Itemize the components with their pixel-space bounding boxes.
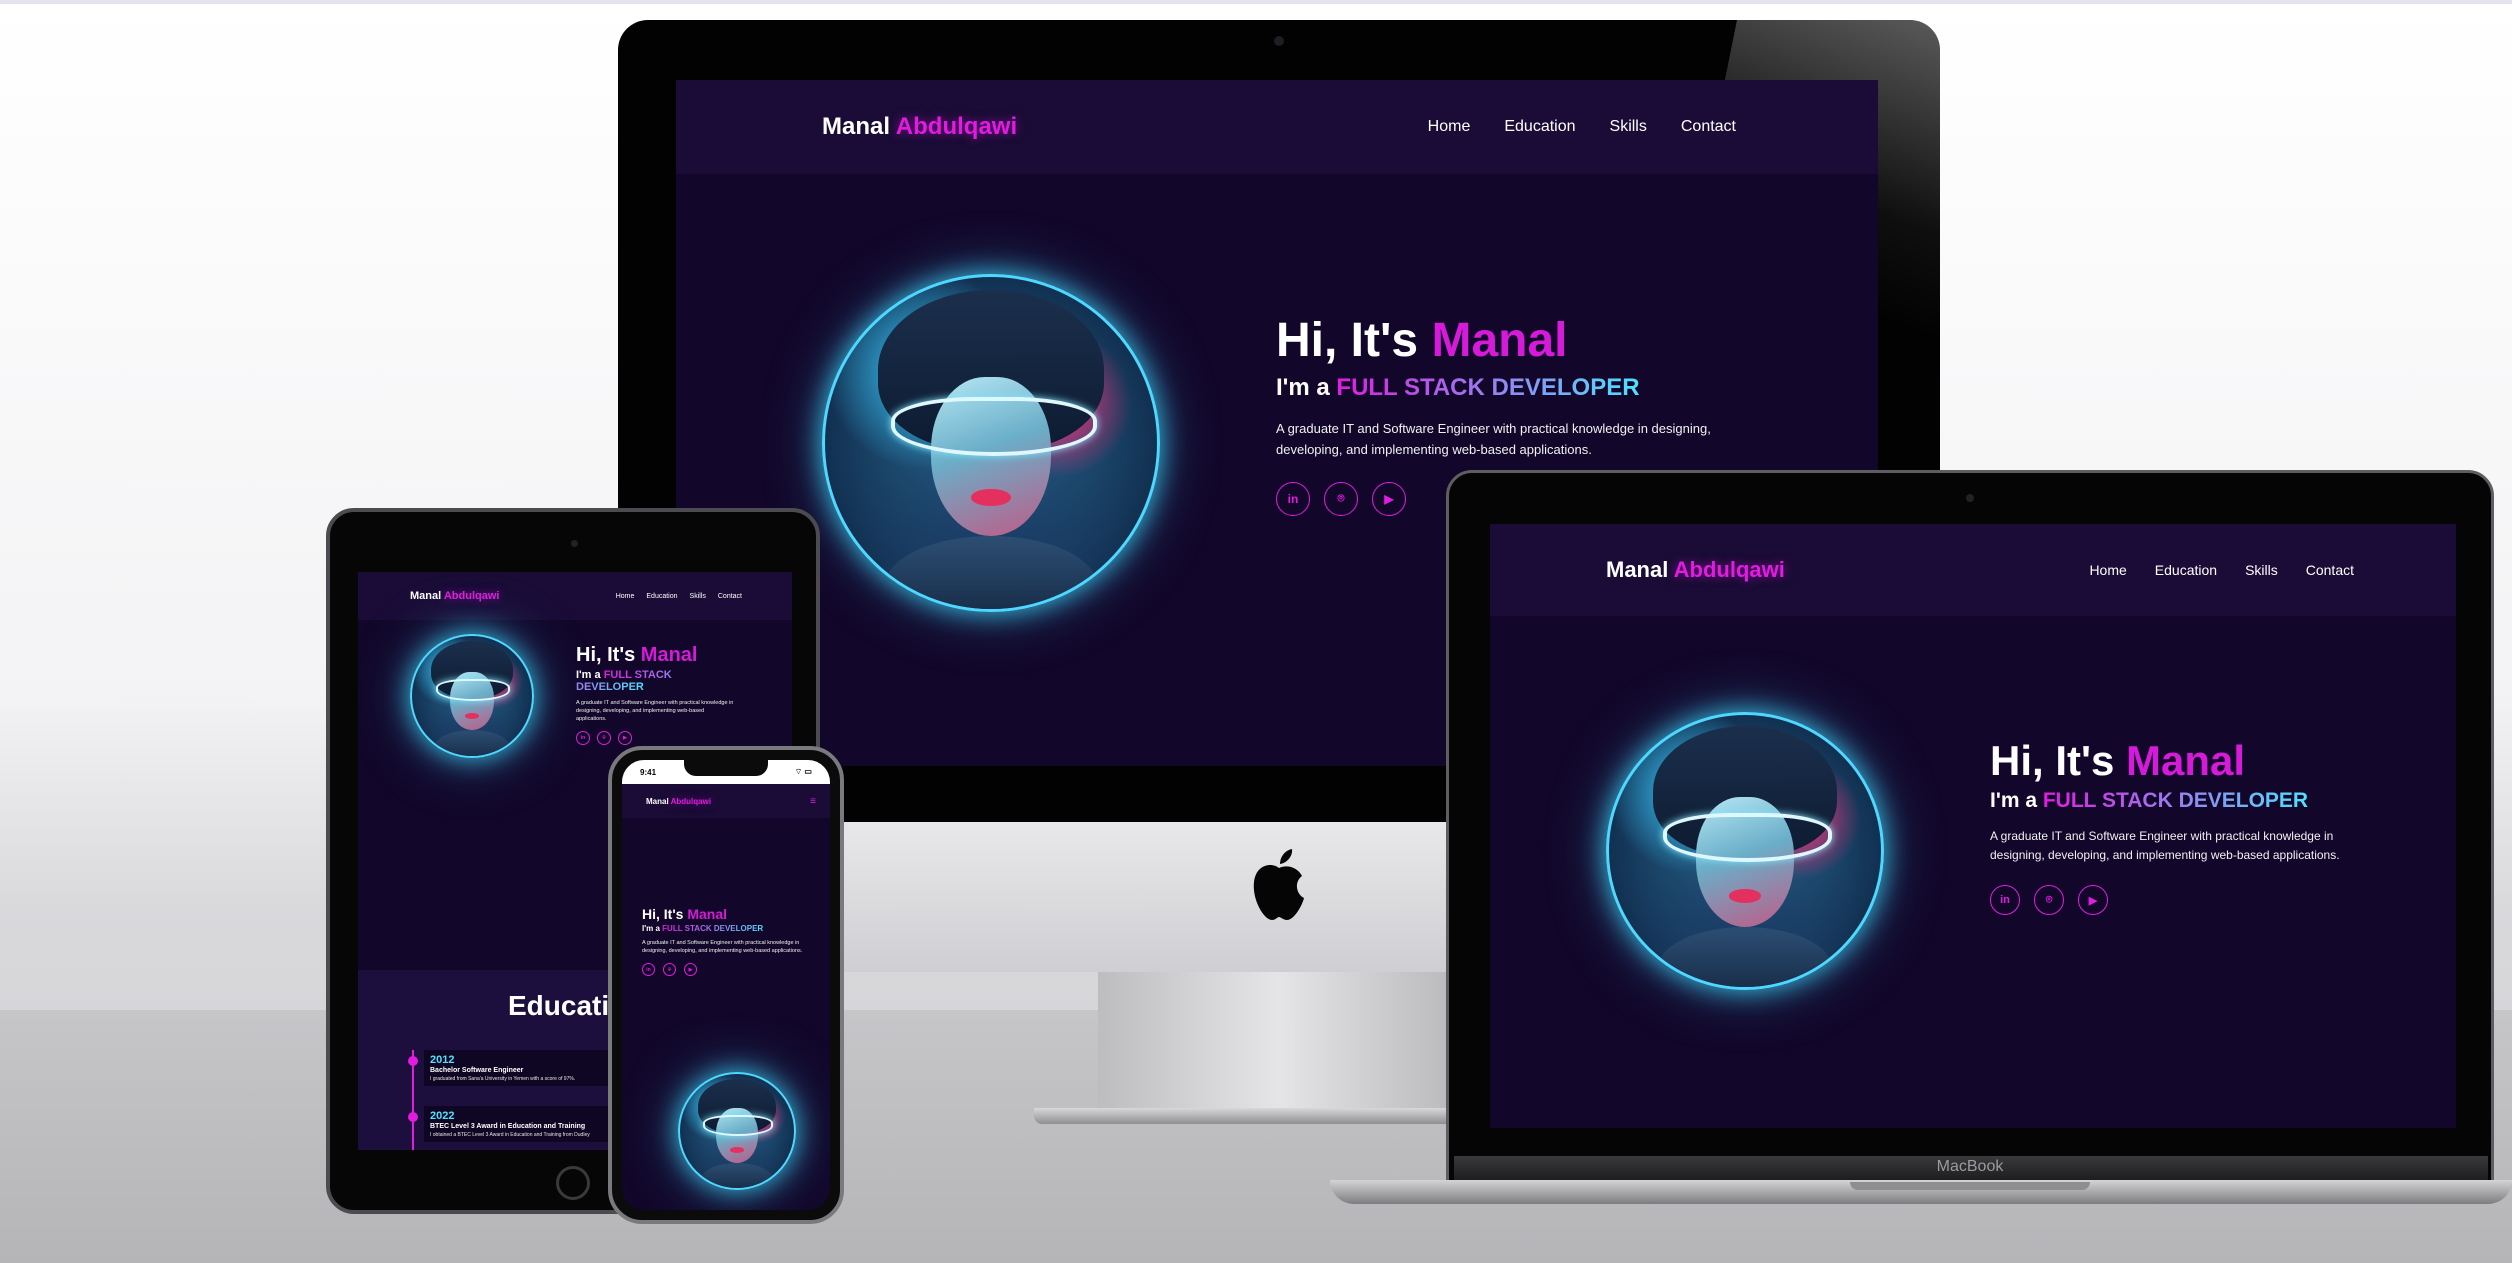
hero-section: Hi, It's Manal I'm a FULL STACK DEVELOPE… — [1490, 616, 2456, 990]
nav-contact-link[interactable]: Contact — [718, 593, 742, 600]
signal-battery-icon: ⌔ ▭ — [794, 767, 812, 776]
nav-education-link[interactable]: Education — [1504, 118, 1575, 136]
hero-role: I'm a FULL STACK DEVELOPER — [1990, 789, 2309, 812]
nav-home-link[interactable]: Home — [2089, 562, 2126, 578]
github-icon[interactable]: ⌾ — [597, 731, 611, 745]
youtube-icon[interactable]: ▶ — [1372, 481, 1406, 516]
nav-links: Home Education Skills Contact — [604, 593, 742, 600]
top-border — [0, 0, 2512, 4]
profile-portrait — [410, 634, 534, 758]
nav-education-link[interactable]: Education — [646, 593, 677, 600]
hero-description: A graduate IT and Software Engineer with… — [576, 700, 734, 722]
apple-logo-icon — [1253, 849, 1304, 920]
site-logo[interactable]: Manal Abdulqawi — [646, 797, 711, 806]
site-navbar: Manal Abdulqawi Home Education Skills Co… — [1490, 524, 2456, 616]
hero-role: I'm a FULL STACK DEVELOPER — [576, 669, 672, 693]
profile-portrait — [1606, 712, 1884, 990]
profile-portrait — [678, 1072, 796, 1190]
social-links: in ⌾ ▶ — [642, 963, 830, 976]
hero-greeting: Hi, It's Manal — [1276, 313, 1568, 367]
hero-role: I'm a FULL STACK DEVELOPER — [1276, 373, 1640, 401]
nav-education-link[interactable]: Education — [2155, 562, 2217, 578]
timeline-dot — [408, 1056, 418, 1066]
profile-portrait — [822, 274, 1160, 612]
site-navbar: Manal Abdulqawi Home Education Skills Co… — [676, 80, 1878, 174]
timeline-dot — [408, 1112, 418, 1122]
linkedin-icon[interactable]: in — [1276, 481, 1310, 516]
nav-contact-link[interactable]: Contact — [2306, 562, 2354, 578]
macbook-camera — [1966, 494, 1974, 502]
linkedin-icon[interactable]: in — [576, 731, 590, 745]
macbook-screen: Manal Abdulqawi Home Education Skills Co… — [1490, 524, 2456, 1128]
macbook-label: MacBook — [1936, 1158, 2004, 1175]
education-title: Educati — [508, 990, 610, 1021]
hero-description: A graduate IT and Software Engineer with… — [642, 940, 803, 954]
imac-stand — [1098, 972, 1458, 1112]
logo-first-name: Manal — [822, 113, 891, 140]
hero-greeting: Hi, It's Manal — [642, 906, 728, 922]
github-icon[interactable]: ⌾ — [2034, 885, 2064, 915]
hero-greeting: Hi, It's Manal — [1990, 737, 2246, 784]
hero-role: I'm a FULL STACK DEVELOPER — [642, 924, 764, 933]
hero-greeting: Hi, It's Manal — [576, 644, 698, 666]
site-logo[interactable]: Manal Abdulqawi — [822, 113, 1017, 141]
social-links: in ⌾ ▶ — [576, 731, 736, 745]
logo-last-name: Abdulqawi — [895, 113, 1018, 140]
ipad-camera — [571, 540, 578, 547]
hero-description: A graduate IT and Software Engineer with… — [1276, 420, 1711, 457]
site-navbar: Manal Abdulqawi Home Education Skills Co… — [358, 572, 792, 620]
youtube-icon[interactable]: ▶ — [2078, 885, 2108, 915]
youtube-icon[interactable]: ▶ — [618, 731, 632, 745]
nav-contact-link[interactable]: Contact — [1681, 118, 1736, 136]
iphone-screen: 9:41 ⌔ ▭ Manal Abdulqawi ≡ Hi, It's Mana… — [622, 760, 830, 1210]
linkedin-icon[interactable]: in — [642, 963, 655, 976]
status-time: 9:41 — [640, 767, 657, 777]
macbook-notch — [1850, 1182, 2090, 1190]
imac-camera — [1274, 36, 1284, 46]
nav-links: Home Education Skills Contact — [2061, 562, 2354, 578]
nav-skills-link[interactable]: Skills — [690, 593, 706, 600]
site-navbar: Manal Abdulqawi ≡ — [622, 784, 830, 818]
hero-text: Hi, It's Manal I'm a FULL STACK DEVELOPE… — [576, 644, 736, 745]
nav-home-link[interactable]: Home — [616, 593, 635, 600]
nav-skills-link[interactable]: Skills — [2245, 562, 2278, 578]
nav-skills-link[interactable]: Skills — [1610, 118, 1647, 136]
hamburger-menu-icon[interactable]: ≡ — [810, 796, 816, 807]
nav-links: Home Education Skills Contact — [1394, 118, 1736, 136]
github-icon[interactable]: ⌾ — [1324, 481, 1358, 516]
hero-description: A graduate IT and Software Engineer with… — [1990, 829, 2340, 862]
site-logo[interactable]: Manal Abdulqawi — [1606, 557, 1785, 583]
github-icon[interactable]: ⌾ — [663, 963, 676, 976]
youtube-icon[interactable]: ▶ — [684, 963, 697, 976]
social-links: in ⌾ ▶ — [1990, 885, 2370, 915]
linkedin-icon[interactable]: in — [1990, 885, 2020, 915]
nav-home-link[interactable]: Home — [1428, 118, 1471, 136]
hero-section: Hi, It's Manal I'm a FULL STACK DEVELOPE… — [622, 818, 830, 976]
phone-notch — [684, 760, 768, 776]
hero-section: Hi, It's Manal I'm a FULL STACK DEVELOPE… — [358, 620, 792, 758]
site-logo[interactable]: Manal Abdulqawi — [410, 590, 499, 602]
hero-text: Hi, It's Manal I'm a FULL STACK DEVELOPE… — [1990, 737, 2370, 915]
ipad-home-button — [556, 1166, 590, 1200]
